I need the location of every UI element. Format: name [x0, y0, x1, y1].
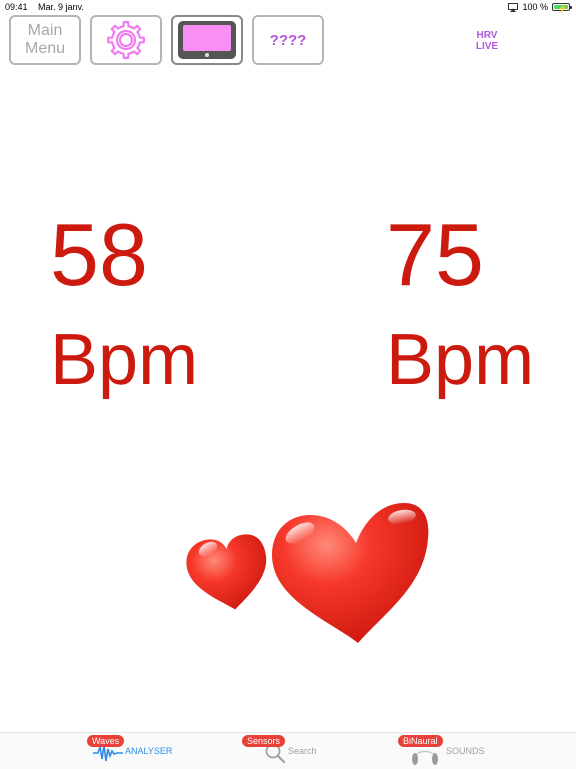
bpm-unit-right: Bpm	[386, 320, 535, 400]
tab-label-analyser: ANALYSER	[125, 746, 173, 756]
tab-badge-binaural: BiNaural	[398, 735, 443, 747]
hrv-live-label: HRV LIVE	[475, 30, 499, 52]
settings-button[interactable]	[90, 15, 162, 65]
tab-badge-waves: Waves	[87, 735, 125, 747]
status-time: 09:41	[5, 2, 28, 12]
tab-search[interactable]: Sensors Search	[242, 733, 342, 769]
hrv-live-link[interactable]: HRV LIVE	[466, 30, 508, 52]
tab-label-search: Search	[288, 746, 317, 756]
tab-analyser[interactable]: Waves ANALYSER	[85, 733, 185, 769]
main-menu-label: Main Menu	[24, 22, 66, 57]
large-heart-icon	[272, 503, 429, 643]
status-right: 100 % ⚡	[508, 0, 572, 14]
bpm-unit-left: Bpm	[50, 320, 199, 400]
tab-label-sounds: SOUNDS	[446, 746, 485, 756]
hearts-illustration	[186, 503, 429, 643]
airplay-icon	[508, 2, 519, 12]
help-label: ????	[269, 31, 307, 49]
small-heart-icon	[186, 534, 267, 610]
bpm-value-left: 58	[50, 205, 148, 304]
status-date: Mar. 9 janv.	[38, 2, 84, 12]
tab-badge-sensors: Sensors	[242, 735, 286, 747]
tab-bar: Waves ANALYSER Sensors Search BiNaural S…	[0, 732, 576, 769]
display-button[interactable]	[171, 15, 243, 65]
gear-icon	[107, 21, 145, 59]
battery-icon: ⚡	[552, 3, 572, 13]
status-bar: 09:41 Mar. 9 janv. 100 % ⚡	[0, 0, 576, 14]
bpm-value-right: 75	[386, 205, 484, 304]
battery-percent: 100 %	[522, 2, 548, 12]
tablet-icon	[178, 21, 236, 59]
help-button[interactable]: ????	[252, 15, 324, 65]
main-menu-button[interactable]: Main Menu	[9, 15, 81, 65]
tab-sounds[interactable]: BiNaural SOUNDS	[398, 733, 498, 769]
